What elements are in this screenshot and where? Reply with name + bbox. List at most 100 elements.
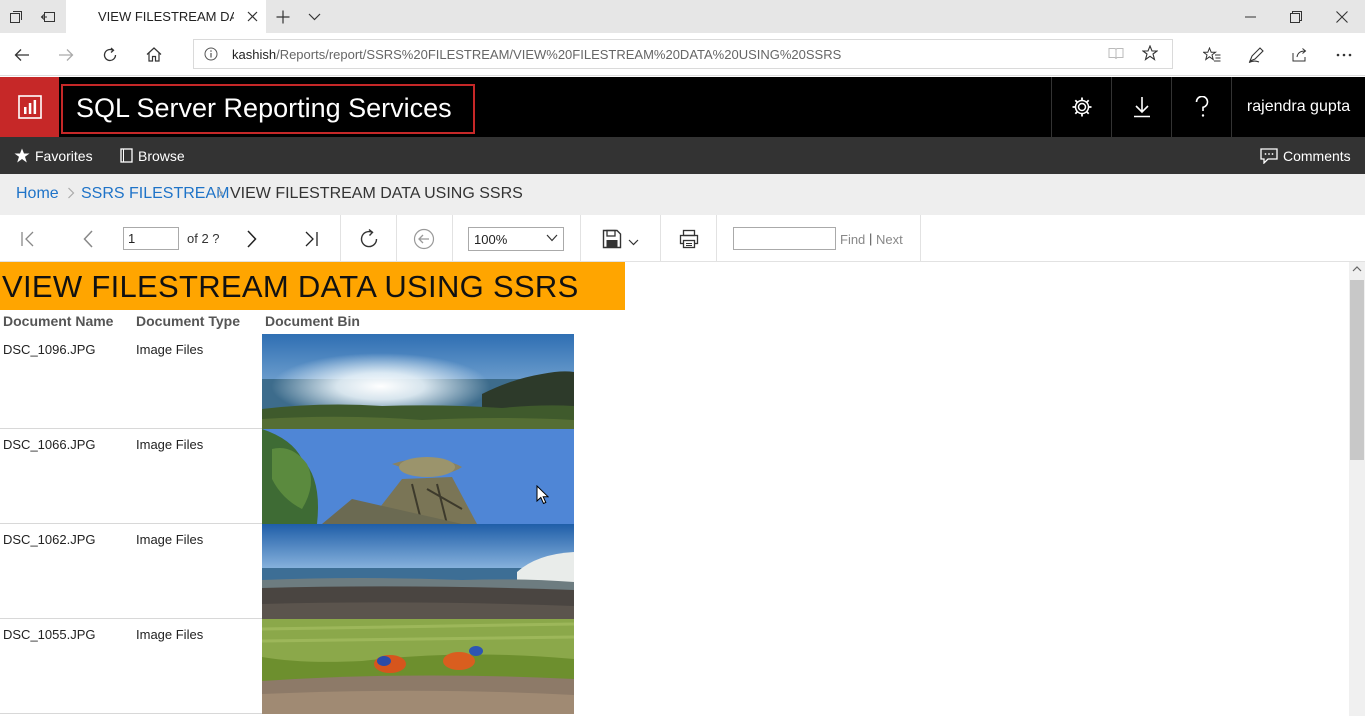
find-separator: | (869, 231, 873, 246)
ssrs-header: SQL Server Reporting Services rajendra g… (0, 77, 1365, 137)
mouse-cursor-icon (536, 485, 549, 505)
row-divider (0, 713, 262, 714)
favorites-link[interactable]: Favorites (14, 137, 93, 174)
ssrs-subnav: Favorites Browse Comments (0, 137, 1365, 174)
table-row: DSC_1066.JPG Image Files (0, 429, 574, 524)
minimize-icon[interactable] (1227, 0, 1273, 33)
breadcrumb: Home SSRS FILESTREAM VIEW FILESTREAM DAT… (0, 174, 1365, 215)
refresh-icon[interactable] (88, 33, 132, 76)
scroll-up-icon[interactable] (1352, 265, 1362, 272)
next-page-icon[interactable] (234, 215, 270, 262)
save-disk-icon (602, 229, 622, 249)
share-icon[interactable] (1278, 33, 1322, 76)
table-row: DSC_1062.JPG Image Files (0, 524, 574, 619)
more-menu-icon[interactable] (1322, 33, 1365, 76)
tab-manager-icon[interactable] (0, 0, 32, 33)
find-link[interactable]: Find (840, 232, 865, 247)
favorites-label: Favorites (35, 147, 93, 164)
restore-icon[interactable] (1273, 0, 1319, 33)
breadcrumb-home[interactable]: Home (16, 185, 59, 203)
forward-icon[interactable] (44, 33, 88, 76)
reading-view-icon[interactable] (1108, 46, 1124, 60)
comments-label: Comments (1283, 147, 1351, 164)
browse-link[interactable]: Browse (120, 137, 185, 174)
star-icon (14, 148, 30, 163)
comments-link[interactable]: Comments (1260, 137, 1351, 174)
scrollbar-thumb[interactable] (1350, 280, 1364, 460)
tab-list-chevron-icon[interactable] (299, 0, 329, 33)
print-icon[interactable] (670, 215, 708, 262)
app-title-box: SQL Server Reporting Services (61, 84, 475, 134)
browse-label: Browse (138, 147, 185, 164)
column-header-document-bin: Document Bin (265, 313, 360, 329)
document-bin-image-birds (262, 619, 574, 714)
breadcrumb-chevron-icon (67, 187, 75, 199)
column-header-document-name: Document Name (3, 313, 114, 329)
export-save-button[interactable] (595, 215, 645, 262)
browser-tab-strip: VIEW FILESTREAM DATA (0, 0, 1365, 33)
first-page-icon[interactable] (10, 215, 46, 262)
zoom-value: 100% (474, 232, 508, 247)
comments-icon (1260, 147, 1278, 164)
find-text-input[interactable] (733, 227, 836, 250)
document-name-cell: DSC_1055.JPG (3, 627, 96, 642)
find-next-link[interactable]: Next (876, 232, 903, 247)
table-row: DSC_1055.JPG Image Files (0, 619, 574, 714)
url-host: kashish (232, 47, 277, 62)
address-bar[interactable]: kashish/Reports/report/SSRS%20FILESTREAM… (193, 39, 1173, 69)
download-icon[interactable] (1111, 77, 1171, 137)
report-title-band: VIEW FILESTREAM DATA USING SSRS (0, 262, 625, 310)
ssrs-logo-icon[interactable] (0, 77, 59, 137)
home-icon[interactable] (132, 33, 176, 76)
settings-gear-icon[interactable] (1051, 77, 1111, 137)
set-tabs-aside-icon[interactable] (32, 0, 64, 33)
table-row: DSC_1096.JPG Image Files (0, 334, 574, 429)
toolbar-divider (340, 215, 341, 262)
document-type-cell: Image Files (136, 342, 204, 357)
site-info-icon[interactable] (204, 47, 218, 61)
previous-page-icon[interactable] (70, 215, 106, 262)
favorites-hub-icon[interactable] (1190, 33, 1234, 76)
refresh-report-icon[interactable] (350, 215, 388, 262)
page-count-label: of 2 ? (187, 231, 220, 246)
report-toolbar: of 2 ? 100% Find | Next (0, 215, 1365, 262)
user-menu[interactable]: rajendra gupta (1231, 77, 1365, 137)
document-type-cell: Image Files (136, 437, 204, 452)
url-text[interactable]: kashish/Reports/report/SSRS%20FILESTREAM… (232, 47, 841, 62)
report-viewer: VIEW FILESTREAM DATA USING SSRS Document… (0, 262, 1349, 716)
document-name-cell: DSC_1066.JPG (3, 437, 96, 452)
chevron-down-icon (546, 234, 558, 242)
column-header-document-type: Document Type (136, 313, 240, 329)
back-icon[interactable] (0, 33, 44, 76)
new-tab-icon[interactable] (268, 0, 298, 33)
toolbar-divider (580, 215, 581, 262)
page-number-input[interactable] (123, 227, 179, 250)
document-bin-image-coastline (262, 334, 574, 429)
browser-nav-bar: kashish/Reports/report/SSRS%20FILESTREAM… (0, 33, 1365, 76)
pen-notes-icon[interactable] (1234, 33, 1278, 76)
close-window-icon[interactable] (1319, 0, 1365, 33)
app-title[interactable]: SQL Server Reporting Services (76, 93, 452, 124)
toolbar-divider (396, 215, 397, 262)
browse-page-icon (120, 148, 133, 163)
toolbar-divider (920, 215, 921, 262)
help-question-icon[interactable] (1171, 77, 1231, 137)
report-title: VIEW FILESTREAM DATA USING SSRS (2, 269, 579, 304)
breadcrumb-folder[interactable]: SSRS FILESTREAM (81, 185, 229, 203)
document-bin-image-tower (262, 429, 574, 524)
vertical-scrollbar[interactable] (1349, 262, 1365, 716)
tab-active[interactable]: VIEW FILESTREAM DATA (66, 0, 266, 33)
zoom-select[interactable]: 100% (468, 227, 564, 251)
chevron-down-icon (628, 239, 639, 246)
back-to-parent-icon[interactable] (405, 215, 443, 262)
favorite-star-icon[interactable] (1142, 45, 1158, 61)
last-page-icon[interactable] (293, 215, 329, 262)
document-name-cell: DSC_1062.JPG (3, 532, 96, 547)
breadcrumb-chevron-icon (216, 187, 224, 199)
breadcrumb-current: VIEW FILESTREAM DATA USING SSRS (230, 185, 523, 202)
document-name-cell: DSC_1096.JPG (3, 342, 96, 357)
tab-title: VIEW FILESTREAM DATA (98, 9, 234, 24)
document-type-cell: Image Files (136, 627, 204, 642)
tab-close-icon[interactable] (238, 0, 266, 33)
url-path: /Reports/report/SSRS%20FILESTREAM/VIEW%2… (276, 47, 842, 62)
